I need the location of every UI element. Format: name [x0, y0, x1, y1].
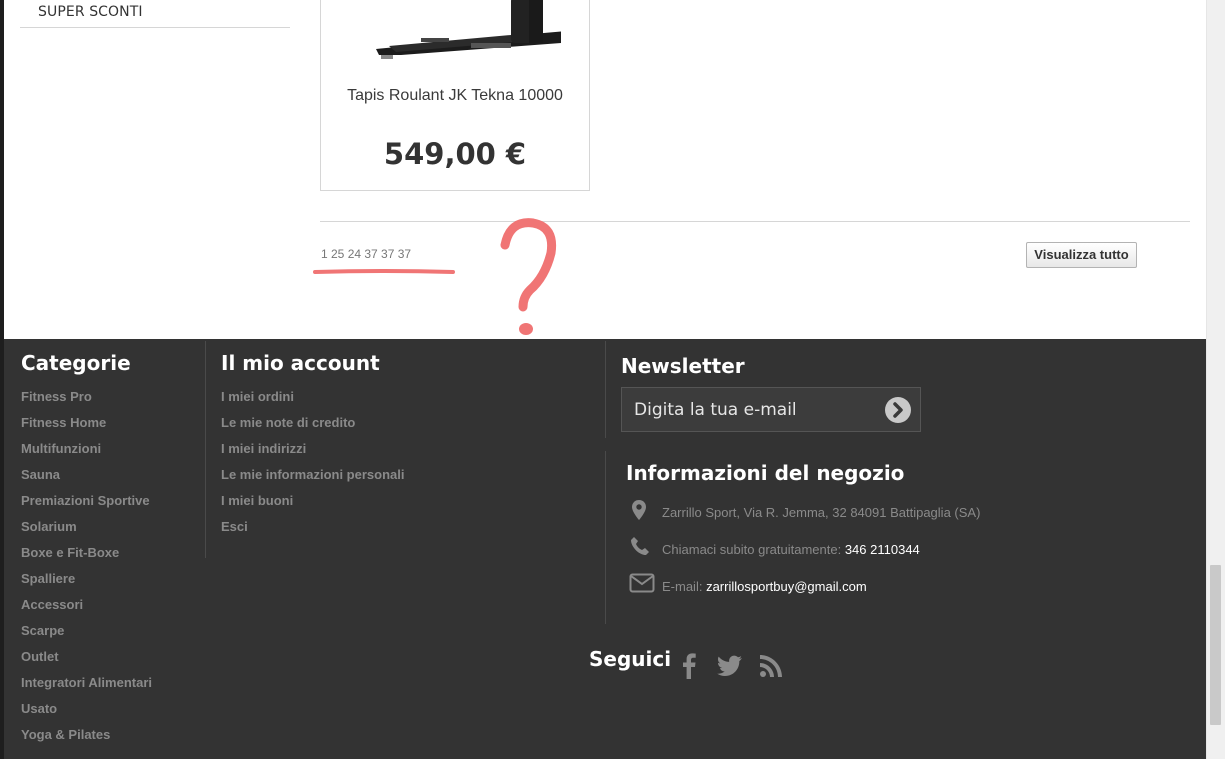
newsletter-placeholder: Digita la tua e-mail	[634, 400, 797, 420]
account-link[interactable]: Le mie note di credito	[221, 415, 355, 430]
store-email: E-mail: zarrillosportbuy@gmail.com	[662, 579, 867, 594]
store-phone: Chiamaci subito gratuitamente: 346 21103…	[662, 542, 920, 557]
account-link[interactable]: Le mie informazioni personali	[221, 467, 404, 482]
social-title: Seguici	[589, 647, 672, 671]
phone-icon	[631, 537, 649, 555]
annotation-question-mark	[313, 218, 557, 335]
product-price: 549,00 €	[383, 137, 527, 171]
email-label: E-mail:	[662, 579, 703, 594]
store-address: Zarrillo Sport, Via R. Jemma, 32 84091 B…	[662, 505, 980, 520]
category-link[interactable]: Fitness Home	[21, 415, 106, 430]
categories-title: Categorie	[21, 351, 131, 375]
phone-label: Chiamaci subito gratuitamente:	[662, 542, 842, 557]
category-link[interactable]: Accessori	[21, 597, 83, 612]
facebook-icon[interactable]	[681, 652, 697, 680]
product-image[interactable]	[361, 0, 561, 71]
newsletter-email-input[interactable]: Digita la tua e-mail	[621, 387, 921, 432]
category-link[interactable]: Boxe e Fit-Boxe	[21, 545, 119, 560]
scrollbar-thumb[interactable]	[1210, 565, 1221, 725]
sidebar-item-label: SUPER SCONTI	[38, 4, 143, 20]
account-link[interactable]: Esci	[221, 519, 248, 534]
account-link[interactable]: I miei indirizzi	[221, 441, 306, 456]
newsletter-submit-button[interactable]	[885, 397, 911, 423]
phone-number[interactable]: 346 2110344	[845, 542, 920, 557]
category-link[interactable]: Multifunzioni	[21, 441, 101, 456]
category-link[interactable]: Sauna	[21, 467, 60, 482]
newsletter-title: Newsletter	[621, 354, 745, 378]
category-link[interactable]: Outlet	[21, 649, 59, 664]
store-info-title: Informazioni del negozio	[626, 461, 905, 485]
category-link[interactable]: Premiazioni Sportive	[21, 493, 150, 508]
category-link[interactable]: Usato	[21, 701, 57, 716]
account-link[interactable]: I miei buoni	[221, 493, 293, 508]
email-address[interactable]: zarrillosportbuy@gmail.com	[706, 579, 867, 594]
product-name[interactable]: Tapis Roulant JK Tekna 10000	[321, 87, 589, 105]
category-link[interactable]: Spalliere	[21, 571, 75, 586]
vertical-scrollbar[interactable]	[1206, 0, 1225, 759]
column-divider	[605, 341, 606, 438]
sidebar-item-super-sconti[interactable]: SUPER SCONTI	[20, 0, 290, 28]
category-link[interactable]: Scarpe	[21, 623, 64, 638]
account-link[interactable]: I miei ordini	[221, 389, 294, 404]
column-divider	[205, 341, 206, 558]
category-link[interactable]: Yoga & Pilates	[21, 727, 110, 742]
twitter-icon[interactable]	[717, 655, 743, 677]
column-divider	[605, 451, 606, 624]
category-link[interactable]: Integratori Alimentari	[21, 675, 152, 690]
account-title: Il mio account	[221, 351, 380, 375]
view-all-button[interactable]: Visualizza tutto	[1026, 242, 1137, 268]
product-card[interactable]: Tapis Roulant JK Tekna 10000 549,00 €	[320, 0, 590, 191]
map-marker-icon	[632, 500, 646, 520]
rss-icon[interactable]	[759, 654, 783, 678]
footer: Categorie Fitness Pro Fitness Home Multi…	[4, 339, 1207, 759]
category-link[interactable]: Solarium	[21, 519, 77, 534]
category-link[interactable]: Fitness Pro	[21, 389, 92, 404]
chevron-right-icon	[893, 402, 903, 418]
store-address-text: Zarrillo Sport, Via R. Jemma, 32 84091 B…	[662, 505, 981, 520]
envelope-icon	[629, 573, 655, 593]
